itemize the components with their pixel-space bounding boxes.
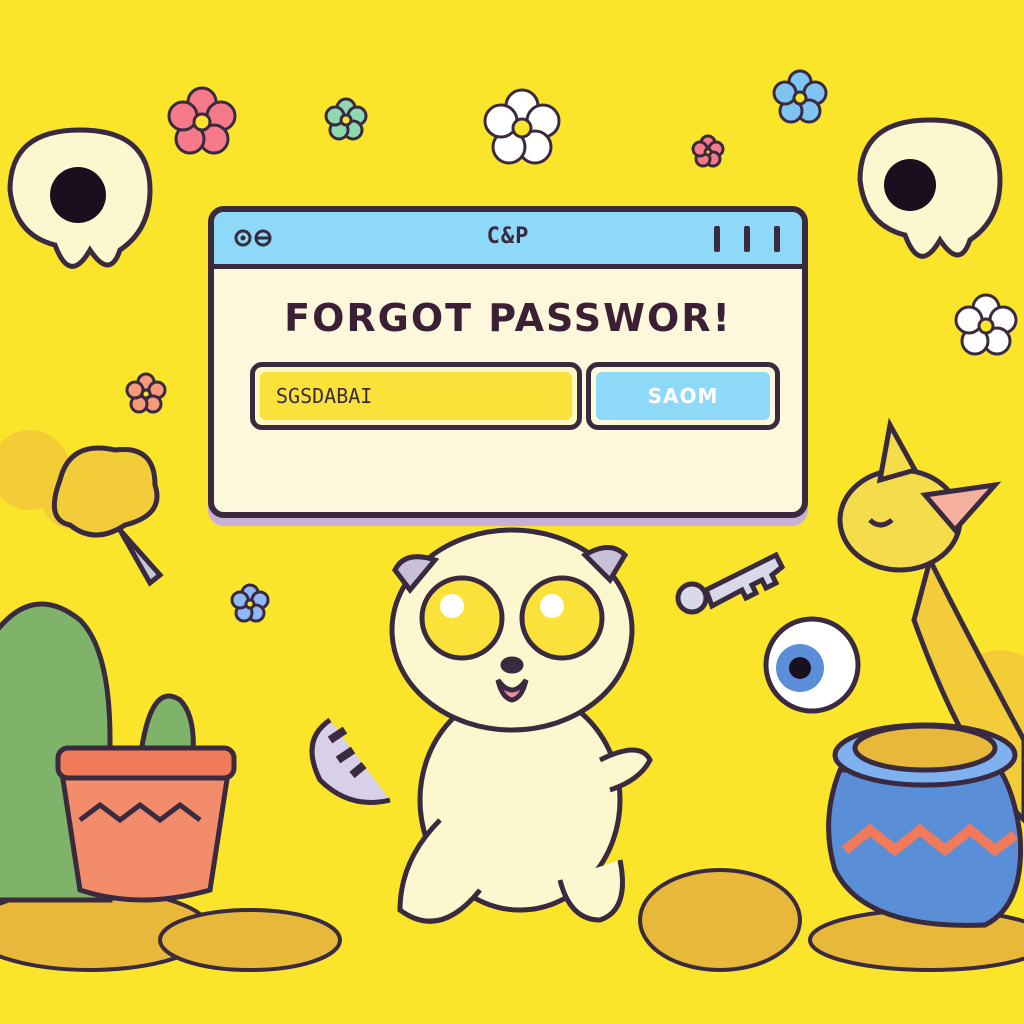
dialog-titlebar: C&P xyxy=(214,212,802,269)
cactus-pot-icon xyxy=(0,601,237,903)
key-icon xyxy=(675,551,786,615)
window-controls-icon xyxy=(714,226,780,252)
window-control-button[interactable] xyxy=(744,226,750,252)
submit-button[interactable]: SAOM xyxy=(586,362,780,430)
cat-character-icon xyxy=(309,527,653,924)
honey-pot-icon xyxy=(826,722,1024,928)
username-field[interactable] xyxy=(250,362,582,430)
window-control-button[interactable] xyxy=(774,226,780,252)
eyeball-left-icon xyxy=(7,127,153,269)
page-title: FORGOT PASSWOR! xyxy=(284,296,732,340)
username-input[interactable] xyxy=(274,383,547,409)
eyeball-blue-icon xyxy=(763,616,861,714)
ice-cream-icon xyxy=(51,445,164,587)
window-control-button[interactable] xyxy=(714,226,720,252)
submit-button-label: SAOM xyxy=(596,372,770,420)
forgot-password-dialog: C&P FORGOT PASSWOR! SAOM xyxy=(208,206,808,518)
eyeball-right-icon xyxy=(857,117,1003,259)
